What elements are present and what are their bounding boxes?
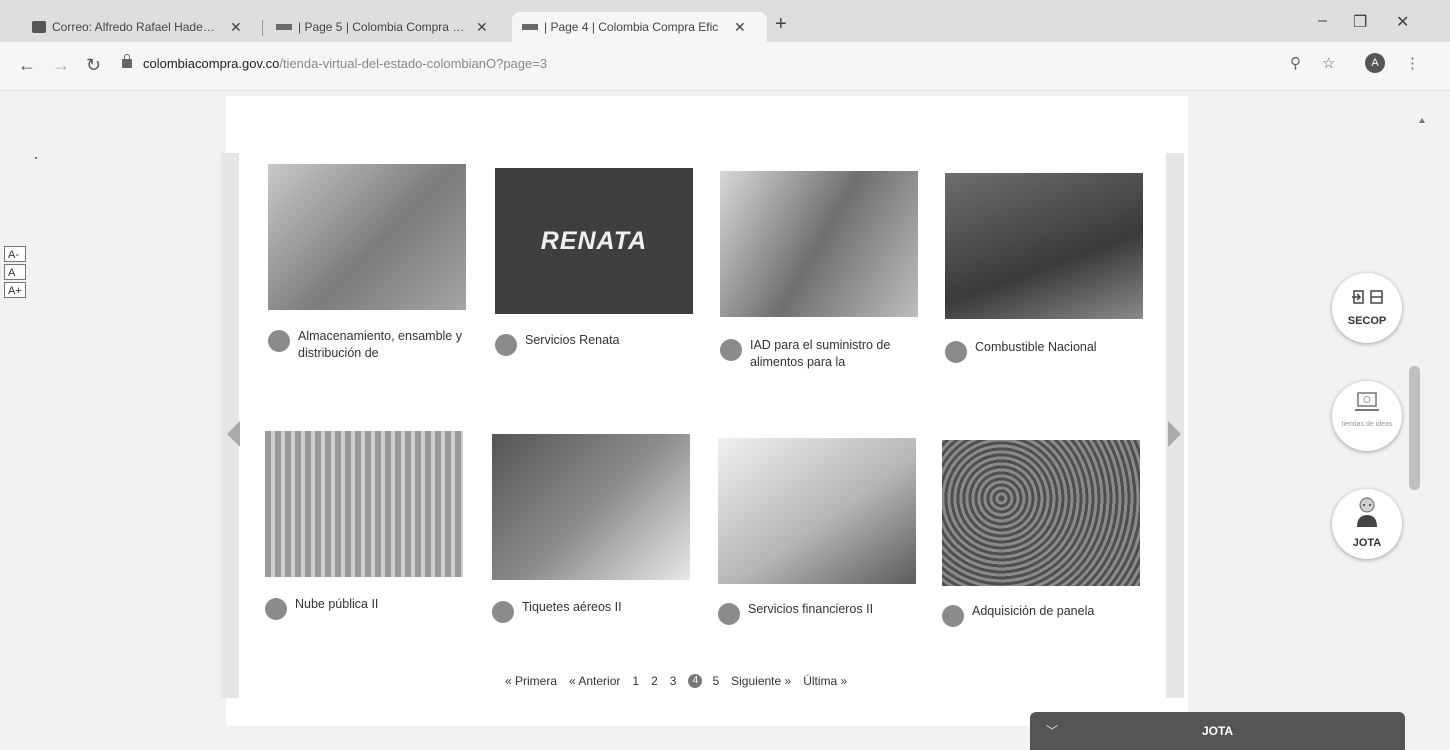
pager-page-1[interactable]: 1 (632, 674, 639, 688)
card-image[interactable] (720, 171, 918, 317)
carousel-next-arrow[interactable] (1168, 421, 1181, 447)
font-reset-button[interactable]: A (4, 264, 26, 280)
secop-icon (1352, 290, 1383, 304)
tab-strip: Correo: Alfredo Rafael Hadechn ✕ | Page … (0, 0, 1450, 42)
scrollbar-thumb[interactable] (1409, 366, 1420, 490)
pager-prev[interactable]: « Anterior (569, 674, 620, 688)
secop-label: SECOP (1347, 315, 1387, 327)
colombia-compra-icon (276, 24, 292, 30)
reload-icon[interactable]: ↻ (86, 55, 101, 76)
card-image[interactable]: RENATA (495, 168, 693, 314)
tab-title: Correo: Alfredo Rafael Hadechn (52, 20, 220, 34)
card-image[interactable] (945, 173, 1143, 319)
star-icon[interactable]: ☆ (1322, 54, 1335, 72)
jota-chat-bar[interactable]: ﹀ JOTA (1030, 712, 1405, 750)
pager-page-2[interactable]: 2 (651, 674, 658, 688)
category-icon (268, 330, 290, 352)
card-image[interactable] (942, 440, 1140, 586)
secop-button[interactable]: SECOP (1332, 273, 1402, 343)
carousel-prev-arrow[interactable] (227, 421, 240, 447)
url-host: colombiacompra.gov.co (143, 56, 280, 71)
card-image[interactable] (718, 438, 916, 584)
jota-label: JOTA (1352, 537, 1382, 549)
laptop-icon (1355, 392, 1379, 411)
pagination: « Primera « Anterior 1 2 3 4 5 Siguiente… (505, 674, 859, 688)
close-icon[interactable]: ✕ (734, 19, 746, 36)
category-icon (942, 605, 964, 627)
minimize-icon[interactable]: – (1318, 12, 1327, 30)
colombia-compra-icon (522, 24, 538, 30)
category-icon (720, 339, 742, 361)
back-icon[interactable]: ← (18, 55, 36, 76)
font-increase-button[interactable]: A+ (4, 282, 26, 298)
dot (35, 157, 37, 159)
scroll-up-arrow[interactable] (1419, 118, 1425, 123)
card-label[interactable]: IAD para el suministro de alimentos para… (750, 337, 910, 371)
restore-icon[interactable]: ❐ (1353, 12, 1367, 32)
pager-next[interactable]: Siguiente » (731, 674, 791, 688)
tab-outlook[interactable]: Correo: Alfredo Rafael Hadechn ✕ (22, 12, 260, 42)
renata-logo: RENATA (540, 226, 648, 255)
tab-title: | Page 4 | Colombia Compra Efic (544, 20, 719, 34)
card-image[interactable] (265, 431, 463, 577)
outlook-icon (32, 21, 46, 33)
card-label[interactable]: Almacenamiento, ensamble y distribución … (298, 328, 463, 362)
lock-icon (122, 54, 132, 68)
tab-separator (262, 20, 263, 36)
forward-icon[interactable]: → (52, 55, 70, 76)
jota-assistant-button[interactable]: JOTA (1332, 489, 1402, 559)
jota-avatar-icon (1357, 497, 1377, 527)
pager-last[interactable]: Última » (803, 674, 847, 688)
menu-icon[interactable]: ⋮ (1405, 54, 1420, 72)
close-icon[interactable]: ✕ (230, 19, 242, 36)
card-image[interactable] (492, 434, 690, 580)
tab-title: | Page 5 | Colombia Compra Efic (298, 20, 466, 34)
pager-first[interactable]: « Primera (505, 674, 557, 688)
chat-title: JOTA (1201, 724, 1234, 738)
profile-avatar[interactable]: A (1365, 53, 1385, 73)
pager-page-5[interactable]: 5 (712, 674, 719, 688)
card-label[interactable]: Servicios financieros II (748, 601, 873, 618)
tienda-ideas-label: tiendas de ideas (1341, 421, 1393, 428)
font-size-controls: A- A A+ (4, 246, 28, 300)
pager-page-3[interactable]: 3 (670, 674, 677, 688)
card-label[interactable]: Combustible Nacional (975, 339, 1097, 356)
card-label[interactable]: Nube pública II (295, 596, 378, 613)
category-icon (495, 334, 517, 356)
url-path: /tienda-virtual-del-estado-colombianO?pa… (279, 56, 548, 71)
zoom-icon[interactable]: ⚲ (1290, 54, 1301, 72)
pager-current-page: 4 (688, 674, 703, 688)
tab-page-4[interactable]: | Page 4 | Colombia Compra Efic ✕ (512, 12, 767, 42)
address-bar[interactable]: colombiacompra.gov.co/tienda-virtual-del… (143, 56, 547, 71)
category-icon (945, 341, 967, 363)
category-icon (718, 603, 740, 625)
close-icon[interactable]: ✕ (476, 19, 488, 36)
page-viewport: A- A A+ Almacenamiento, ensamble y distr… (0, 91, 1450, 750)
card-label[interactable]: Servicios Renata (525, 332, 620, 349)
card-label[interactable]: Tiquetes aéreos II (522, 599, 622, 616)
card-label[interactable]: Adquisición de panela (972, 603, 1094, 620)
new-tab-button[interactable]: + (775, 13, 787, 36)
font-decrease-button[interactable]: A- (4, 246, 26, 262)
category-icon (492, 601, 514, 623)
tienda-ideas-button[interactable]: tiendas de ideas (1332, 381, 1402, 451)
category-icon (265, 598, 287, 620)
tab-page-5[interactable]: | Page 5 | Colombia Compra Efic ✕ (266, 12, 506, 42)
card-image[interactable] (268, 164, 466, 310)
close-window-icon[interactable]: ✕ (1396, 12, 1409, 32)
